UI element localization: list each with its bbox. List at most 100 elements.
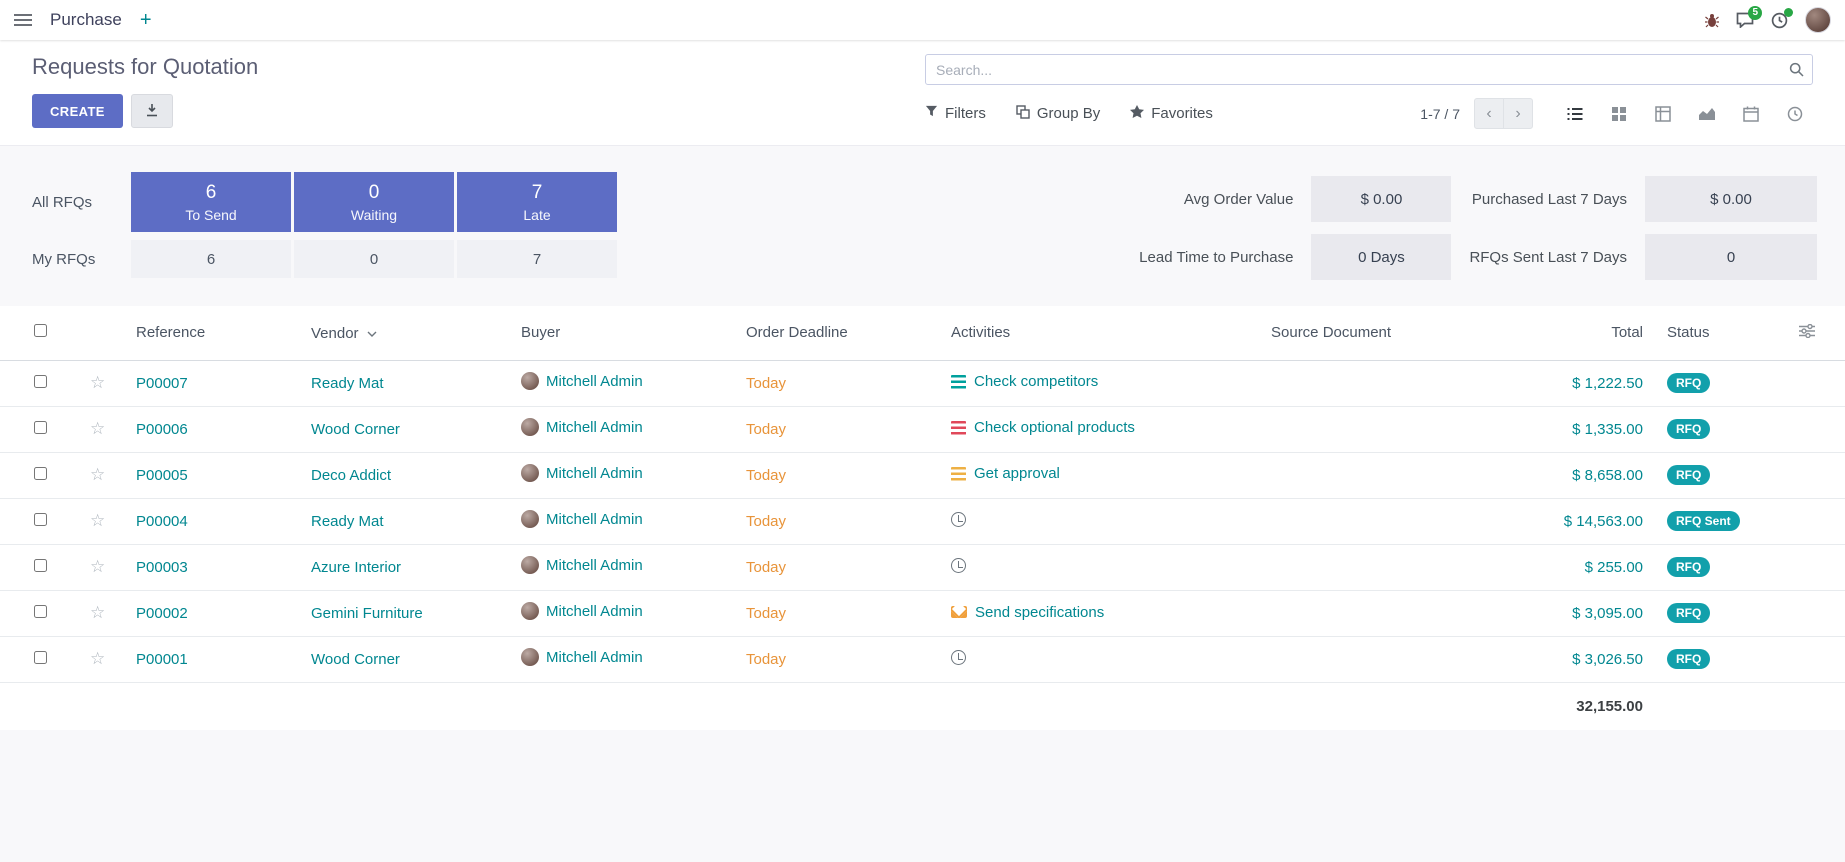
activity-type-icon[interactable]	[951, 650, 966, 665]
graph-view-button[interactable]	[1689, 98, 1725, 129]
row-checkbox[interactable]	[34, 375, 47, 388]
favorite-star-icon[interactable]: ☆	[90, 465, 105, 484]
row-checkbox[interactable]	[34, 421, 47, 434]
header-order-deadline[interactable]: Order Deadline	[734, 306, 939, 360]
favorites-button[interactable]: Favorites	[1130, 105, 1213, 122]
row-checkbox[interactable]	[34, 651, 47, 664]
kpi-late-count: 7	[532, 182, 543, 204]
activity-type-icon[interactable]	[951, 606, 967, 618]
header-reference[interactable]: Reference	[124, 306, 299, 360]
reference-link[interactable]: P00003	[136, 559, 188, 576]
kpi-late[interactable]: 7 Late	[457, 172, 617, 232]
reference-link[interactable]: P00006	[136, 421, 188, 438]
favorite-star-icon[interactable]: ☆	[90, 649, 105, 668]
buyer-link[interactable]: Mitchell Admin	[546, 419, 643, 436]
buyer-link[interactable]: Mitchell Admin	[546, 603, 643, 620]
header-status[interactable]: Status	[1655, 306, 1765, 360]
avg-order-value: $ 0.00	[1311, 176, 1451, 222]
favorite-star-icon[interactable]: ☆	[90, 603, 105, 622]
reference-link[interactable]: P00007	[136, 375, 188, 392]
reference-link[interactable]: P00005	[136, 467, 188, 484]
vendor-link[interactable]: Ready Mat	[311, 375, 384, 392]
buyer-link[interactable]: Mitchell Admin	[546, 557, 643, 574]
activities-icon[interactable]	[1771, 12, 1788, 29]
create-button[interactable]: CREATE	[32, 94, 123, 128]
activity-label[interactable]: Get approval	[974, 465, 1060, 482]
status-badge: RFQ	[1667, 603, 1710, 623]
table-row[interactable]: ☆ P00003 Azure Interior Mitchell Admin T…	[0, 544, 1845, 590]
activity-type-icon[interactable]	[951, 421, 966, 435]
export-button[interactable]	[131, 94, 173, 128]
my-waiting[interactable]: 0	[294, 240, 454, 278]
header-vendor-label: Vendor	[311, 325, 359, 342]
pager-value[interactable]: 1-7 / 7	[1420, 106, 1460, 122]
user-avatar[interactable]	[1805, 7, 1831, 33]
activity-type-icon[interactable]	[951, 512, 966, 527]
vendor-link[interactable]: Deco Addict	[311, 467, 391, 484]
header-total[interactable]: Total	[1485, 306, 1655, 360]
vendor-link[interactable]: Wood Corner	[311, 651, 400, 668]
header-buyer[interactable]: Buyer	[509, 306, 734, 360]
row-checkbox[interactable]	[34, 559, 47, 572]
buyer-avatar	[521, 510, 539, 528]
kanban-view-button[interactable]	[1601, 98, 1637, 129]
filters-button[interactable]: Filters	[925, 105, 986, 122]
header-vendor[interactable]: Vendor	[299, 306, 509, 360]
activity-label[interactable]: Send specifications	[975, 604, 1104, 621]
reference-link[interactable]: P00004	[136, 513, 188, 530]
kpi-to-send[interactable]: 6 To Send	[131, 172, 291, 232]
activity-label[interactable]: Check optional products	[974, 419, 1135, 436]
buyer-avatar	[521, 556, 539, 574]
table-row[interactable]: ☆ P00007 Ready Mat Mitchell Admin Today …	[0, 360, 1845, 406]
optional-columns-icon[interactable]	[1799, 325, 1815, 342]
reference-link[interactable]: P00002	[136, 605, 188, 622]
select-all-checkbox[interactable]	[34, 324, 47, 337]
pager-next-button[interactable]: ›	[1503, 98, 1533, 129]
activity-type-icon[interactable]	[951, 375, 966, 389]
buyer-link[interactable]: Mitchell Admin	[546, 649, 643, 666]
favorite-star-icon[interactable]: ☆	[90, 419, 105, 438]
header-source-document[interactable]: Source Document	[1259, 306, 1485, 360]
table-row[interactable]: ☆ P00006 Wood Corner Mitchell Admin Toda…	[0, 406, 1845, 452]
bug-icon[interactable]	[1705, 13, 1719, 28]
apps-menu-icon[interactable]	[14, 19, 32, 21]
buyer-link[interactable]: Mitchell Admin	[546, 511, 643, 528]
vendor-link[interactable]: Azure Interior	[311, 559, 401, 576]
pivot-view-button[interactable]	[1645, 98, 1681, 129]
favorite-star-icon[interactable]: ☆	[90, 557, 105, 576]
messages-icon[interactable]: 5	[1736, 12, 1754, 28]
table-row[interactable]: ☆ P00005 Deco Addict Mitchell Admin Toda…	[0, 452, 1845, 498]
activity-view-button[interactable]	[1777, 98, 1813, 129]
my-late[interactable]: 7	[457, 240, 617, 278]
vendor-link[interactable]: Ready Mat	[311, 513, 384, 530]
calendar-view-button[interactable]	[1733, 98, 1769, 129]
reference-link[interactable]: P00001	[136, 651, 188, 668]
buyer-link[interactable]: Mitchell Admin	[546, 465, 643, 482]
new-tab-icon[interactable]: +	[140, 10, 152, 30]
vendor-link[interactable]: Gemini Furniture	[311, 605, 423, 622]
kpi-waiting[interactable]: 0 Waiting	[294, 172, 454, 232]
row-checkbox[interactable]	[34, 605, 47, 618]
app-menu-purchase[interactable]: Purchase	[50, 10, 122, 30]
table-row[interactable]: ☆ P00004 Ready Mat Mitchell Admin Today …	[0, 498, 1845, 544]
download-icon	[145, 103, 159, 120]
buyer-link[interactable]: Mitchell Admin	[546, 373, 643, 390]
list-view-button[interactable]	[1557, 98, 1593, 129]
table-row[interactable]: ☆ P00001 Wood Corner Mitchell Admin Toda…	[0, 636, 1845, 682]
header-activities[interactable]: Activities	[939, 306, 1259, 360]
favorite-star-icon[interactable]: ☆	[90, 373, 105, 392]
vendor-link[interactable]: Wood Corner	[311, 421, 400, 438]
kpi-waiting-count: 0	[369, 182, 380, 204]
table-row[interactable]: ☆ P00002 Gemini Furniture Mitchell Admin…	[0, 590, 1845, 636]
row-checkbox[interactable]	[34, 467, 47, 480]
pager-previous-button[interactable]: ‹	[1474, 98, 1504, 129]
activity-type-icon[interactable]	[951, 467, 966, 481]
activity-type-icon[interactable]	[951, 558, 966, 573]
my-to-send[interactable]: 6	[131, 240, 291, 278]
favorite-star-icon[interactable]: ☆	[90, 511, 105, 530]
search-input[interactable]	[925, 54, 1813, 85]
row-checkbox[interactable]	[34, 513, 47, 526]
activity-label[interactable]: Check competitors	[974, 373, 1098, 390]
source-document-value	[1259, 406, 1485, 452]
group-by-button[interactable]: Group By	[1016, 105, 1100, 123]
